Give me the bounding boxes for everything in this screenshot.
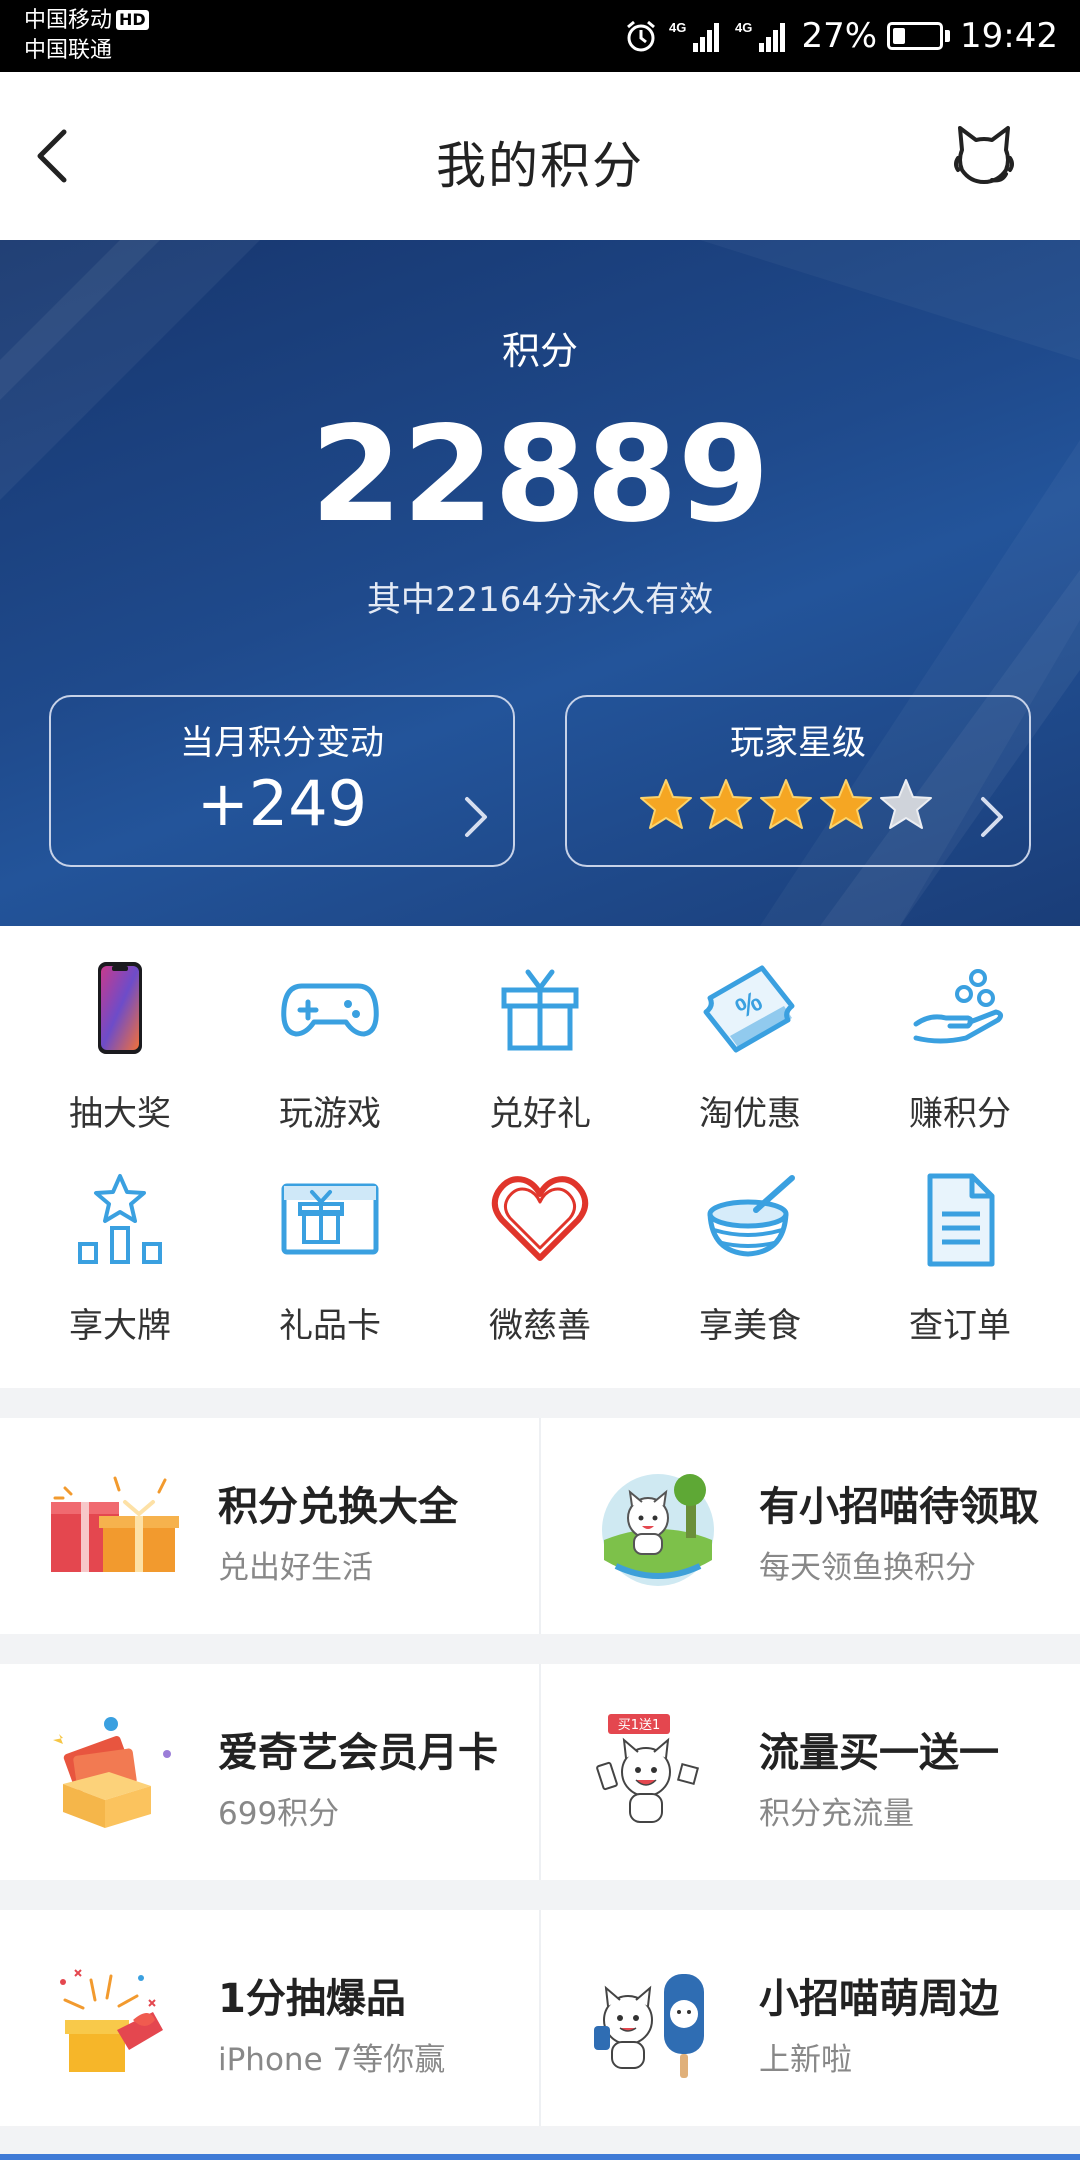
network-2-label: 4G [735, 20, 752, 35]
promo-title: 流量买一送一 [759, 1730, 999, 1776]
hand-coins-icon [913, 969, 1004, 1044]
network-1-label: 4G [669, 20, 686, 35]
grid-item-games[interactable]: 玩游戏 [222, 926, 438, 1134]
phone-icon [98, 962, 142, 1054]
customer-service-cat-icon[interactable] [948, 120, 1020, 192]
alarm-icon [627, 20, 656, 52]
promo-title: 1分抽爆品 [218, 1976, 406, 2022]
clock: 19:42 [960, 16, 1058, 56]
promo-subtitle: iPhone 7等你赢 [218, 2042, 446, 2078]
grid-label: 抽大奖 [69, 1094, 171, 1134]
points-total: 22889 [310, 398, 770, 552]
grid-item-earn[interactable]: 赚积分 [852, 926, 1068, 1134]
promo-cat-reward[interactable]: 有小招喵待领取 每天领鱼换积分 [541, 1418, 1080, 1634]
grid-item-food[interactable]: 享美食 [642, 1138, 858, 1346]
grid-label: 微慈善 [489, 1306, 591, 1346]
battery-percent: 27% [801, 16, 878, 56]
promo-row: 积分兑换大全 兑出好生活 有小招喵待领取 每天领鱼换积分 [0, 1418, 1080, 1634]
grid-label: 玩游戏 [279, 1094, 381, 1134]
promo-title: 爱奇艺会员月卡 [218, 1730, 498, 1776]
promo-title: 积分兑换大全 [218, 1484, 458, 1530]
signal-icon-2: 4G [735, 20, 786, 52]
promo-badge-text: 买1送1 [618, 1718, 661, 1733]
promo-cat-merch[interactable]: 小招喵萌周边 上新啦 [541, 1910, 1080, 2126]
promo-subtitle: 699积分 [218, 1796, 340, 1832]
star-rating [567, 777, 1029, 833]
feature-grid: 抽大奖 玩游戏 兑好礼 % 淘优惠 赚积分 享大牌 礼品卡 微慈善 享美食 查订… [0, 926, 1080, 1388]
grid-label: 享美食 [699, 1306, 801, 1346]
grid-item-charity[interactable]: 微慈善 [432, 1138, 648, 1346]
signal-icon-1: 4G [669, 20, 720, 52]
document-icon [927, 1173, 995, 1267]
hd-badge: HD [116, 10, 149, 30]
grid-label: 赚积分 [909, 1094, 1011, 1134]
star-filled-icon [820, 779, 872, 829]
gift-icon [501, 969, 579, 1051]
grid-item-deals[interactable]: % 淘优惠 [642, 926, 858, 1134]
grid-label: 兑好礼 [489, 1094, 591, 1134]
grid-item-orders[interactable]: 查订单 [852, 1138, 1068, 1346]
monthly-change-title: 当月积分变动 [180, 723, 384, 763]
heart-icon [491, 1176, 589, 1261]
promo-iqiyi-card[interactable]: 爱奇艺会员月卡 699积分 [0, 1664, 540, 1880]
chevron-right-icon [981, 797, 1003, 837]
star-empty-icon [880, 779, 932, 829]
bowl-icon [707, 1175, 795, 1257]
grid-item-lottery[interactable]: 抽大奖 [12, 926, 228, 1134]
carrier-1-name: 中国移动 [24, 8, 113, 33]
status-indicators: 4G 4G 27% 19:42 [623, 14, 1058, 58]
bottom-edge-bar [0, 2154, 1080, 2160]
grid-item-gifts[interactable]: 兑好礼 [432, 926, 648, 1134]
cat-badge-icon: 买1送1 [596, 1714, 700, 1823]
grid-label: 查订单 [909, 1306, 1011, 1346]
star-filled-icon [640, 779, 692, 829]
grid-label: 享大牌 [69, 1306, 171, 1346]
promo-title: 有小招喵待领取 [759, 1484, 1039, 1530]
promo-one-cent-draw[interactable]: 1分抽爆品 iPhone 7等你赢 [0, 1910, 540, 2126]
carrier-2-name: 中国联通 [24, 38, 113, 63]
promo-row: 1分抽爆品 iPhone 7等你赢 小招喵萌周边 上新啦 [0, 1910, 1080, 2126]
promo-subtitle: 兑出好生活 [218, 1550, 373, 1586]
star-podium-icon [78, 1174, 162, 1264]
cat-popsicle-icon [594, 1974, 704, 2078]
gift-card-icon [281, 1183, 379, 1255]
promo-row: 爱奇艺会员月卡 699积分 买1送1 流量买一送一 积分充流量 [0, 1664, 1080, 1880]
status-bar: 中国移动 HD 中国联通 4G 4G 27% 19:42 [0, 0, 1080, 72]
promo-points-exchange[interactable]: 积分兑换大全 兑出好生活 [0, 1418, 540, 1634]
chevron-right-icon [465, 797, 487, 837]
promo-subtitle: 每天领鱼换积分 [759, 1550, 976, 1586]
gift-boxes-icon [51, 1476, 179, 1572]
points-label: 积分 [501, 329, 578, 373]
points-permanent-note: 其中22164分永久有效 [366, 580, 714, 620]
promo-data-bogo[interactable]: 买1送1 流量买一送一 积分充流量 [541, 1664, 1080, 1880]
cat-island-icon [602, 1474, 714, 1586]
gift-burst-icon [60, 1969, 163, 2072]
monthly-change-value: +249 [196, 767, 368, 840]
points-hero: 积分 22889 其中22164分永久有效 当月积分变动 +249 玩家星级 [0, 240, 1080, 926]
gamepad-icon [281, 983, 379, 1037]
grid-item-gift-card[interactable]: 礼品卡 [222, 1138, 438, 1346]
grid-label: 礼品卡 [279, 1306, 381, 1346]
coupon-box-icon [53, 1717, 171, 1828]
app-header: 我的积分 [0, 72, 1080, 240]
player-level-card[interactable]: 玩家星级 [565, 695, 1031, 867]
promo-title: 小招喵萌周边 [759, 1976, 999, 2022]
coupon-icon: % [703, 965, 795, 1053]
battery-icon [887, 22, 951, 50]
page-title: 我的积分 [436, 137, 644, 195]
promo-subtitle: 上新啦 [759, 2042, 852, 2078]
promo-subtitle: 积分充流量 [759, 1796, 914, 1832]
grid-item-brands[interactable]: 享大牌 [12, 1138, 228, 1346]
player-level-title: 玩家星级 [730, 723, 866, 763]
monthly-change-card[interactable]: 当月积分变动 +249 [49, 695, 515, 867]
star-filled-icon [760, 779, 812, 829]
grid-label: 淘优惠 [699, 1094, 801, 1134]
star-filled-icon [700, 779, 752, 829]
carrier-info: 中国移动 HD 中国联通 [24, 6, 149, 66]
